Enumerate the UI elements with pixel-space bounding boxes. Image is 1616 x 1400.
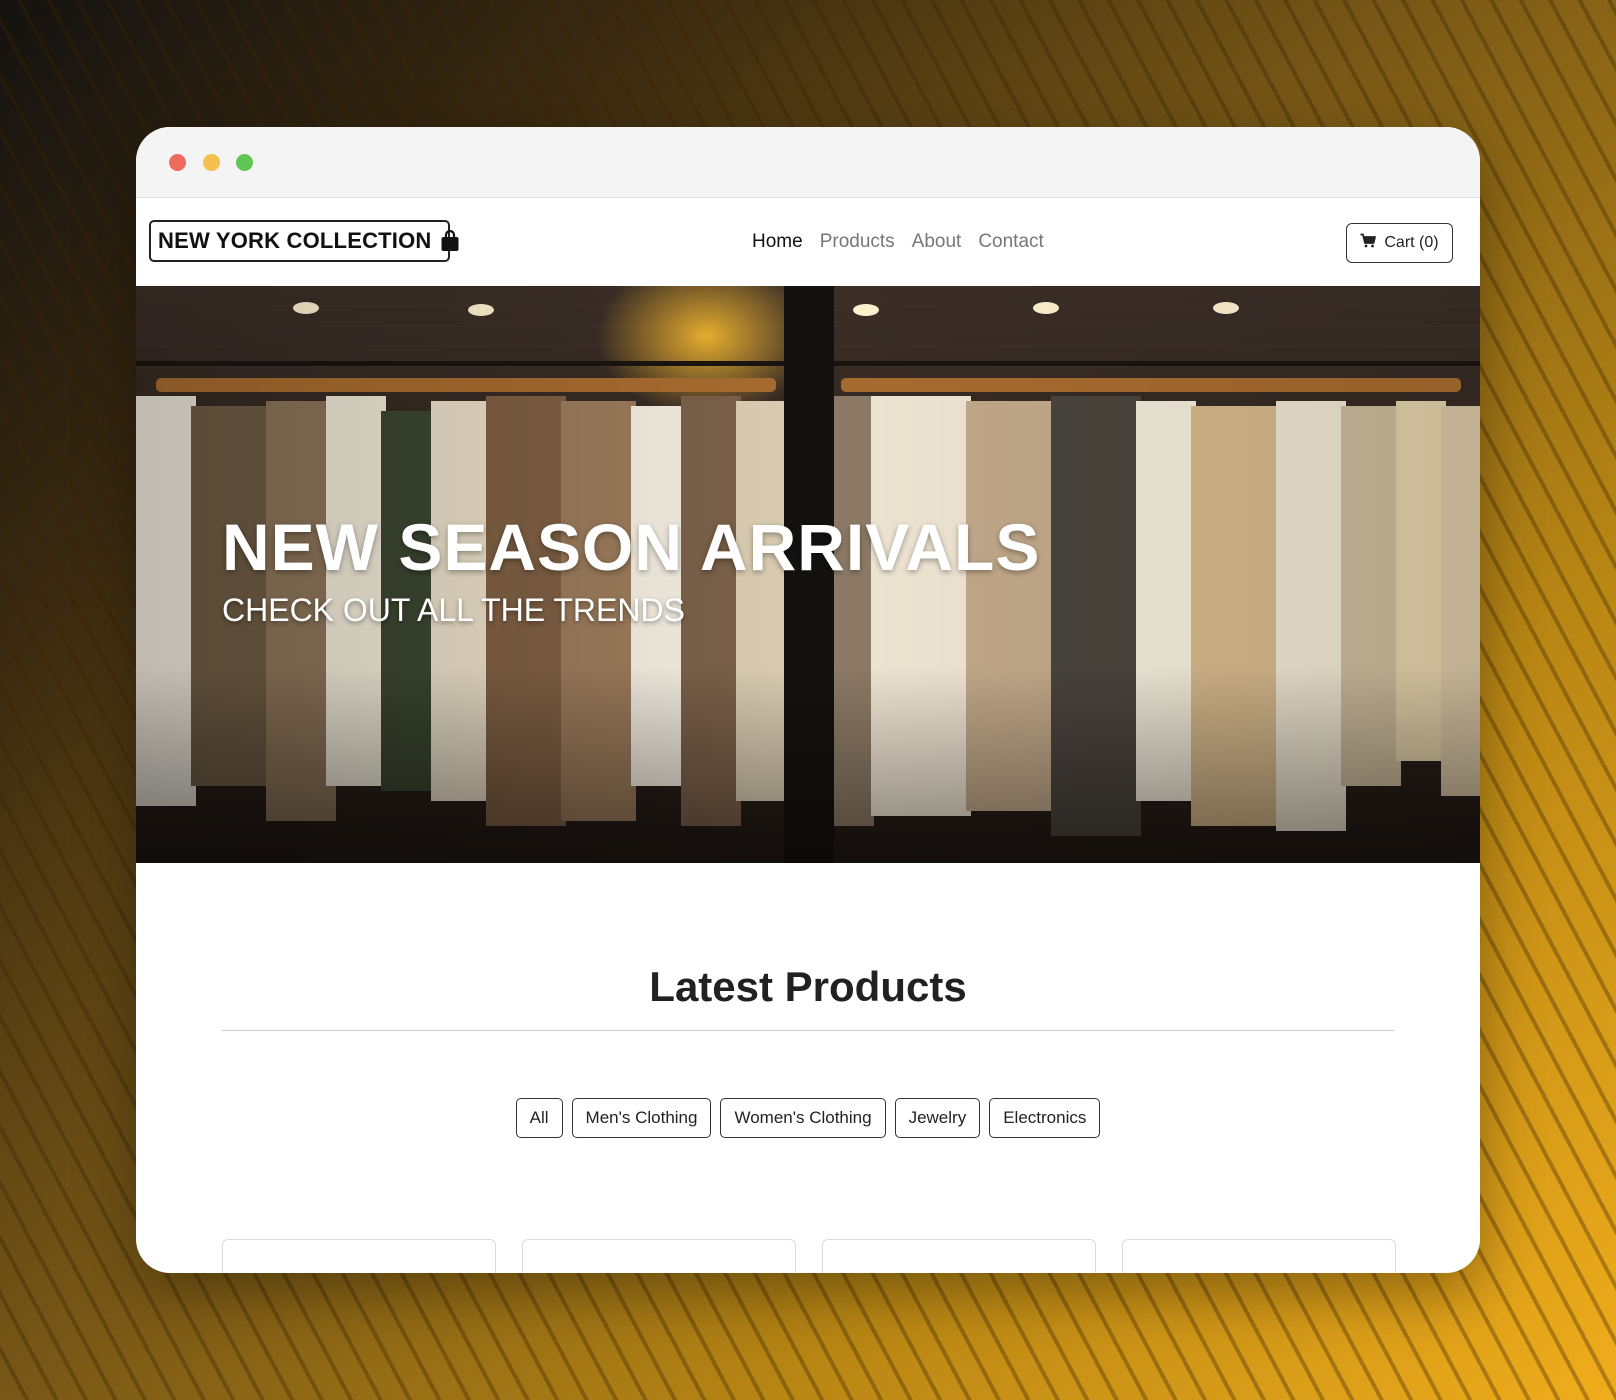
filter-mens-clothing-button[interactable]: Men's Clothing — [571, 1098, 712, 1138]
hero-banner: NEW SEASON ARRIVALS CHECK OUT ALL THE TR… — [136, 286, 1480, 863]
hero-subtitle: CHECK OUT ALL THE TRENDS — [222, 592, 685, 628]
hero-title: NEW SEASON ARRIVALS — [222, 510, 1041, 584]
filter-jewelry-button[interactable]: Jewelry — [894, 1098, 981, 1138]
filter-womens-clothing-button[interactable]: Women's Clothing — [720, 1098, 886, 1138]
cart-label: Cart (0) — [1384, 234, 1439, 251]
maximize-window-button[interactable] — [236, 154, 253, 171]
product-grid — [222, 1239, 1396, 1273]
nav-link-contact[interactable]: Contact — [978, 231, 1043, 253]
product-card[interactable] — [522, 1239, 796, 1273]
shopping-bag-icon — [440, 230, 460, 252]
filter-electronics-button[interactable]: Electronics — [989, 1098, 1101, 1138]
cart-icon — [1360, 233, 1377, 253]
product-card[interactable] — [222, 1239, 496, 1273]
product-card[interactable] — [822, 1239, 1096, 1273]
nav-link-about[interactable]: About — [912, 231, 962, 253]
cart-button[interactable]: Cart (0) — [1346, 223, 1453, 263]
brand-name: NEW YORK COLLECTION — [158, 228, 432, 253]
main-nav: Home Products About Contact — [752, 231, 1044, 253]
section-heading: Latest Products — [649, 963, 967, 1010]
nav-link-home[interactable]: Home — [752, 231, 803, 253]
brand-logo[interactable]: NEW YORK COLLECTION — [149, 220, 459, 262]
product-card[interactable] — [1122, 1239, 1396, 1273]
close-window-button[interactable] — [169, 154, 186, 171]
section-divider — [222, 1030, 1394, 1031]
nav-link-products[interactable]: Products — [820, 231, 895, 253]
minimize-window-button[interactable] — [203, 154, 220, 171]
filter-all-button[interactable]: All — [515, 1098, 563, 1138]
site-navbar: NEW YORK COLLECTION Home Products About … — [136, 198, 1480, 286]
latest-products-section: Latest Products All Men's Clothing Women… — [136, 863, 1480, 1273]
window-titlebar — [136, 127, 1480, 198]
browser-window: NEW YORK COLLECTION Home Products About … — [136, 127, 1480, 1273]
category-filters: All Men's Clothing Women's Clothing Jewe… — [136, 1098, 1480, 1138]
